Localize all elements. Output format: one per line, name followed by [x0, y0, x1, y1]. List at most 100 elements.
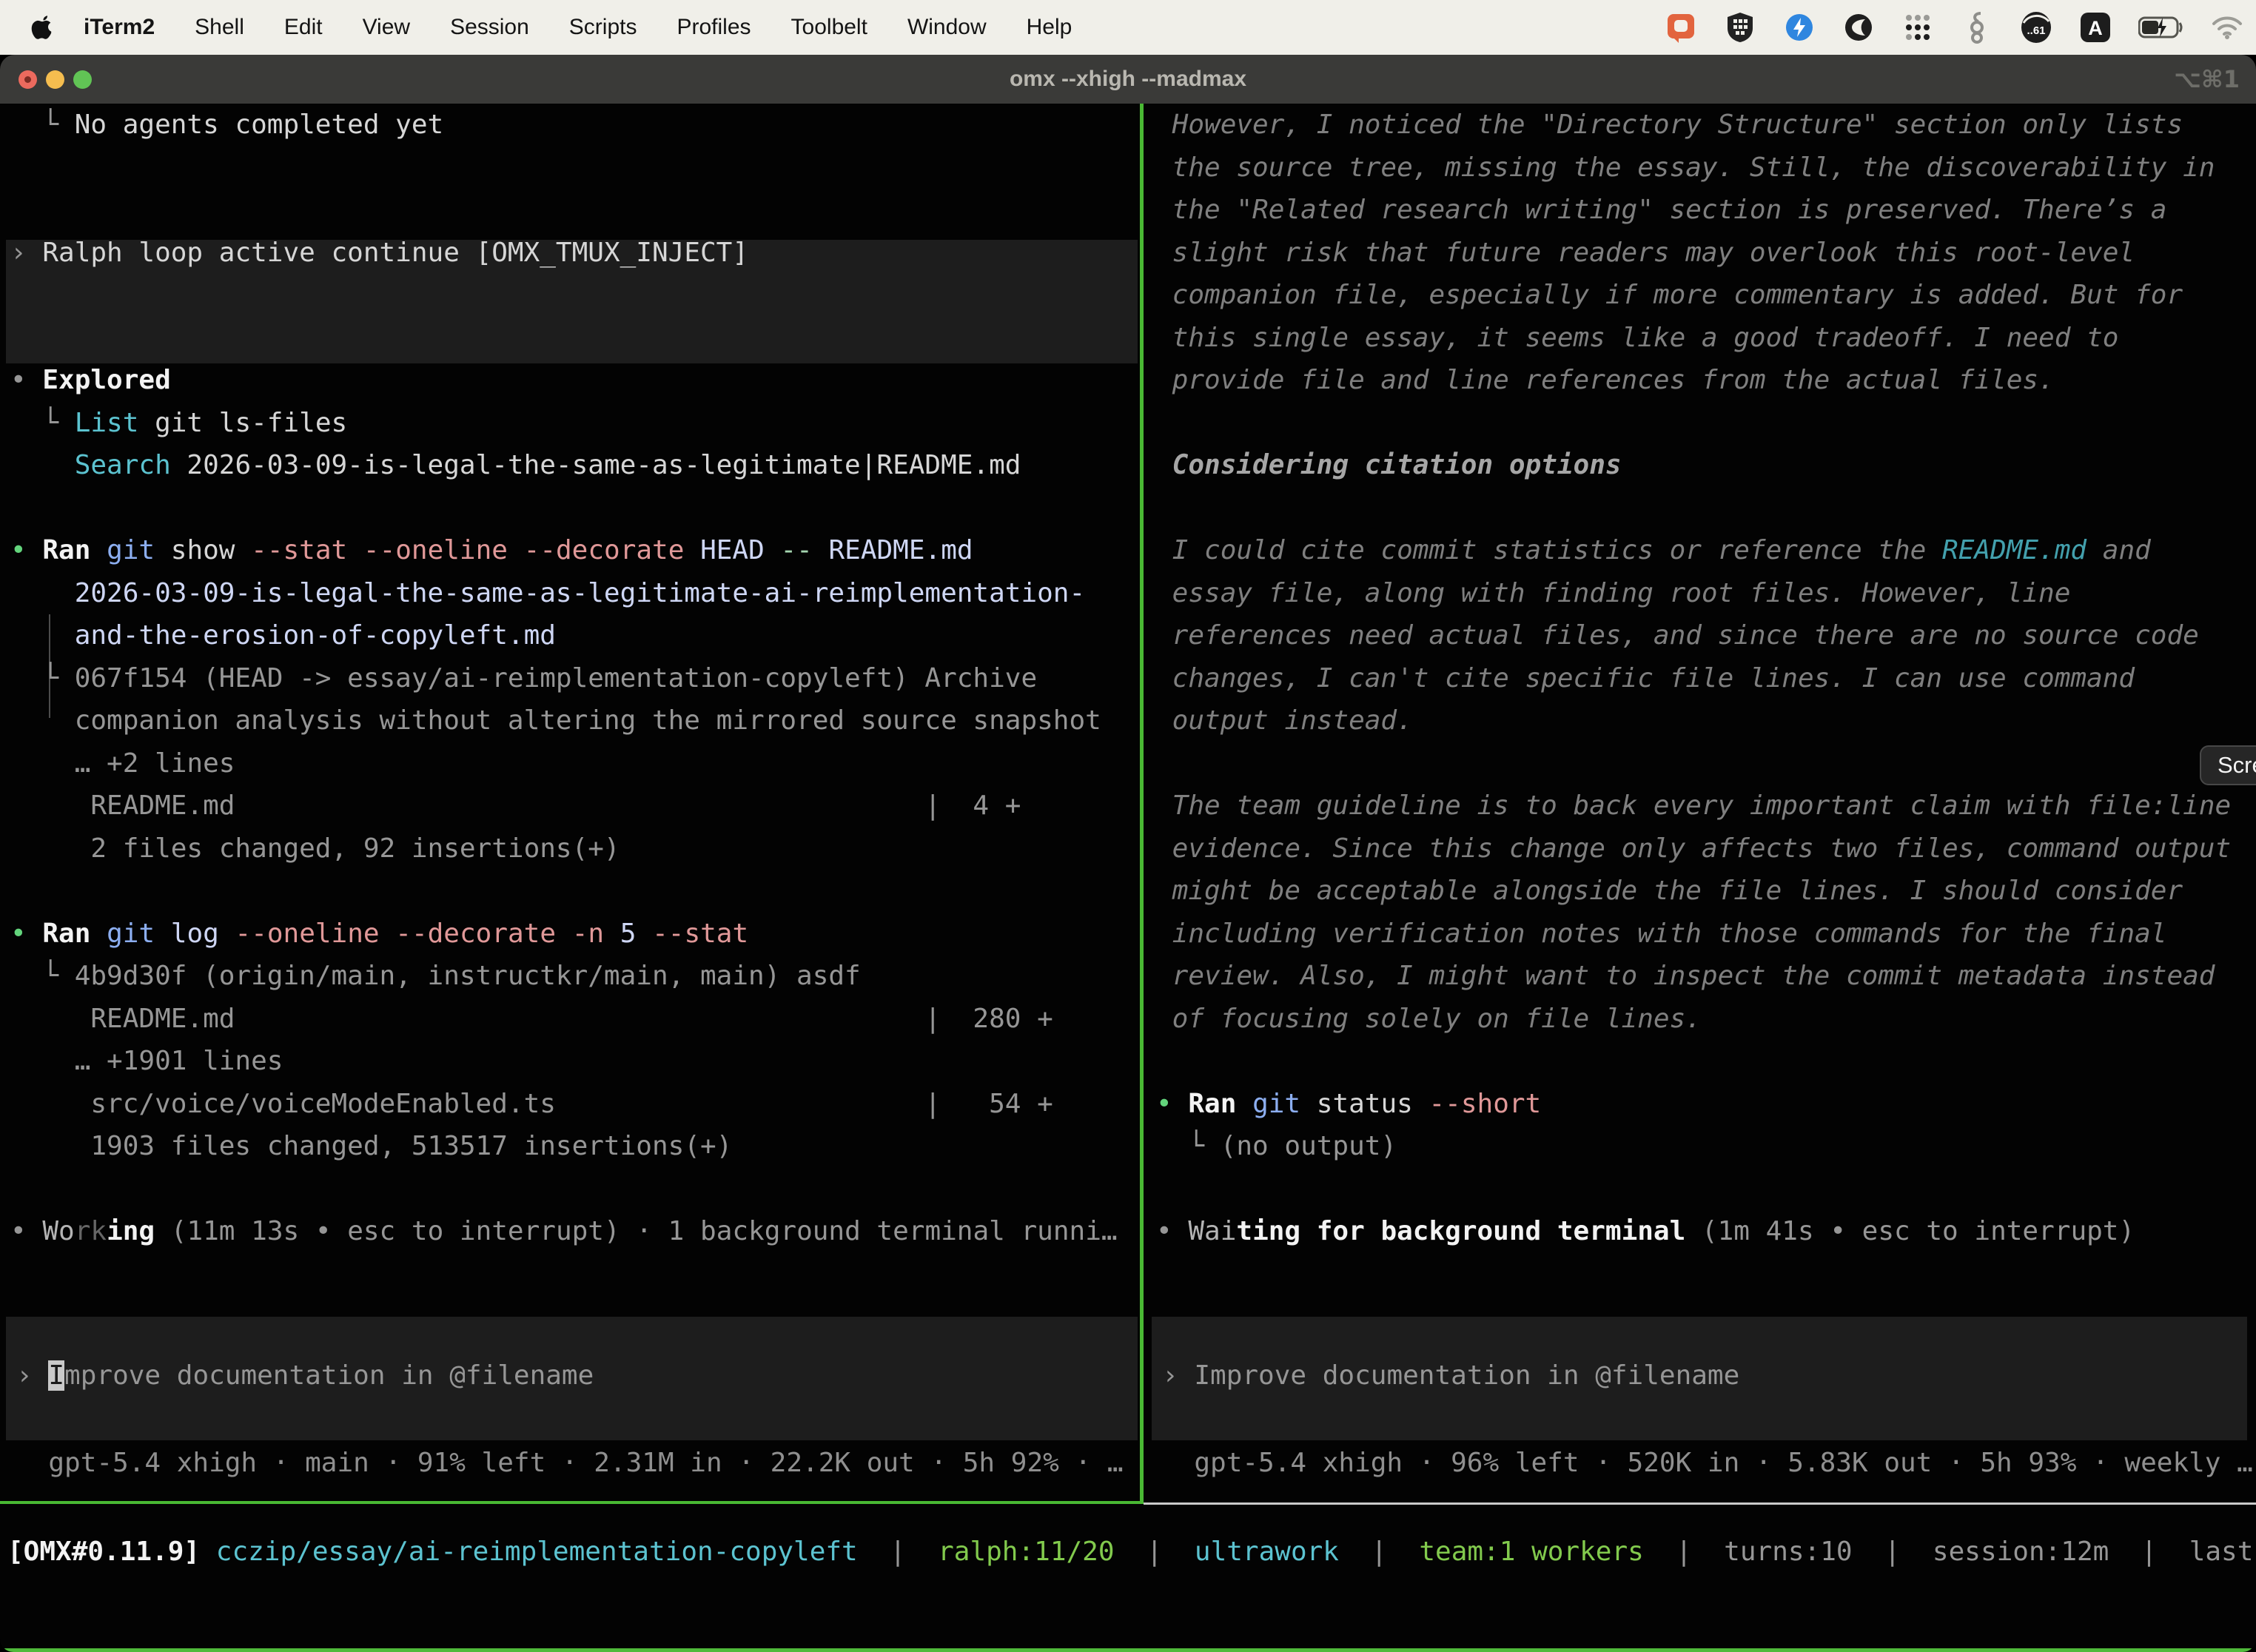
terminal-line	[1156, 402, 2256, 445]
close-button[interactable]	[19, 70, 37, 89]
a-square-label: A	[2088, 17, 2103, 39]
terminal-line: and-the-erosion-of-copyleft.md	[10, 614, 1140, 657]
menu-item-window[interactable]: Window	[887, 15, 1007, 39]
apple-menu-icon[interactable]	[31, 14, 53, 41]
terminal-line: └ List git ls-files	[10, 402, 1140, 445]
omx-status-segment: |	[1339, 1537, 1419, 1567]
omx-status-segment: ultrawork	[1195, 1537, 1339, 1567]
pane-divider-horizontal-active[interactable]	[0, 1501, 1144, 1504]
terminal-line: this single essay, it seems like a good …	[1156, 317, 2256, 360]
terminal-line: Considering citation options	[1156, 444, 2256, 487]
terminal-line	[10, 870, 1140, 913]
terminal-line: README.md | 280 +	[10, 998, 1140, 1041]
dots-grid-icon[interactable]	[1901, 10, 1935, 44]
terminal-line: • Ran git log --oneline --decorate -n 5 …	[10, 913, 1140, 956]
terminal-line: └ 4b9d30f (origin/main, instructkr/main,…	[10, 955, 1140, 998]
terminal-line: I could cite commit statistics or refere…	[1156, 529, 2256, 572]
pane-divider-vertical[interactable]	[1140, 104, 1144, 1504]
text-cursor: I	[48, 1360, 64, 1391]
terminal-area[interactable]: └ No agents completed yet› Ralph loop ac…	[0, 104, 2256, 1652]
battery-icon[interactable]	[2138, 10, 2185, 44]
terminal-line: • Working (11m 13s • esc to interrupt) ·…	[10, 1210, 1140, 1253]
terminal-line	[1156, 1040, 2256, 1083]
menu-item-scripts[interactable]: Scripts	[549, 15, 657, 39]
terminal-line: companion file, especially if more comme…	[1156, 274, 2256, 317]
terminal-line	[10, 487, 1140, 530]
terminal-line: └ 067f154 (HEAD -> essay/ai-reimplementa…	[10, 657, 1140, 700]
pane-divider-horizontal[interactable]	[1144, 1502, 2256, 1505]
terminal-line: of focusing solely on file lines.	[1156, 998, 2256, 1041]
terminal-line: └ (no output)	[1156, 1125, 2256, 1168]
zoom-button[interactable]	[73, 70, 92, 89]
tmux-status-bar[interactable]: [omx-cczip0:bash* "MacBook-Pro-44.local"…	[4, 1648, 2252, 1652]
left-agent-pane[interactable]: └ No agents completed yet› Ralph loop ac…	[0, 104, 1140, 1253]
omx-status-line: [OMX#0.11.9] cczip/essay/ai-reimplementa…	[7, 1531, 2256, 1574]
terminal-line: provide file and line references from th…	[1156, 359, 2256, 402]
squiggle-icon[interactable]	[1960, 10, 1994, 44]
terminal-line: Search 2026-03-09-is-legal-the-same-as-l…	[10, 444, 1140, 487]
omx-status-segment: team:1 workers	[1419, 1537, 1643, 1567]
terminal-line: the source tree, missing the essay. Stil…	[1156, 147, 2256, 189]
badge-61-icon[interactable]: ..61	[2019, 10, 2053, 44]
terminal-line: companion analysis without altering the …	[10, 699, 1140, 742]
terminal-line: • Ran git status --short	[1156, 1083, 2256, 1126]
terminal-line	[1156, 487, 2256, 530]
terminal-line: └ No agents completed yet	[10, 104, 1140, 147]
menu-item-session[interactable]: Session	[430, 15, 549, 39]
menu-item-toolbelt[interactable]: Toolbelt	[771, 15, 887, 39]
menu-tray: ..61 A	[1664, 0, 2256, 55]
terminal-line: 1903 files changed, 513517 insertions(+)	[10, 1125, 1140, 1168]
iterm2-window: omx --xhigh --madmax ⌥⌘1 └ No agents com…	[0, 55, 2256, 1652]
minimize-button[interactable]	[46, 70, 64, 89]
screen-share-chip[interactable]: Scre	[2200, 745, 2256, 785]
terminal-line: • Explored	[10, 359, 1140, 402]
omx-status-segment: |	[1115, 1537, 1195, 1567]
omx-status-segment	[200, 1537, 216, 1567]
terminal-line: might be acceptable alongside the file l…	[1156, 870, 2256, 913]
right-agent-pane[interactable]: However, I noticed the "Directory Struct…	[1146, 104, 2256, 1253]
dark-disc-icon[interactable]	[1842, 10, 1876, 44]
right-model-status: gpt-5.4 xhigh · 96% left · 520K in · 5.8…	[1162, 1442, 2256, 1485]
terminal-line	[1156, 742, 2256, 785]
terminal-line: changes, I can't cite specific file line…	[1156, 657, 2256, 700]
terminal-line: … +1901 lines	[10, 1040, 1140, 1083]
terminal-line: the "Related research writing" section i…	[1156, 189, 2256, 232]
blue-badge-icon[interactable]	[1782, 10, 1816, 44]
left-composer-text: mprove documentation in @filename	[64, 1360, 594, 1391]
menu-item-profiles[interactable]: Profiles	[657, 15, 771, 39]
terminal-line	[10, 1168, 1140, 1211]
window-title-bar[interactable]: omx --xhigh --madmax ⌥⌘1	[0, 55, 2256, 104]
terminal-line: • Waiting for background terminal (1m 41…	[1156, 1210, 2256, 1253]
omx-status-segment: | turns:10 | session:12m | last:5m ago	[1644, 1537, 2256, 1567]
terminal-line: slight risk that future readers may over…	[1156, 232, 2256, 275]
menu-item-edit[interactable]: Edit	[264, 15, 343, 39]
right-composer-text: Improve documentation in @filename	[1194, 1360, 1739, 1391]
window-shortcut-badge: ⌥⌘1	[2174, 55, 2240, 104]
menu-item-view[interactable]: View	[343, 15, 430, 39]
terminal-line: essay file, along with finding root file…	[1156, 572, 2256, 615]
terminal-line: However, I noticed the "Directory Struct…	[1156, 104, 2256, 147]
window-title: omx --xhigh --madmax	[0, 55, 2256, 104]
shield-grid-icon[interactable]	[1723, 10, 1757, 44]
chat-app-icon[interactable]	[1664, 10, 1698, 44]
terminal-line: including verification notes with those …	[1156, 913, 2256, 956]
menu-item-shell[interactable]: Shell	[175, 15, 264, 39]
a-square-icon[interactable]: A	[2078, 10, 2112, 44]
terminal-line: evidence. Since this change only affects…	[1156, 827, 2256, 870]
terminal-line: 2 files changed, 92 insertions(+)	[10, 827, 1140, 870]
terminal-line: output instead.	[1156, 699, 2256, 742]
terminal-line: references need actual files, and since …	[1156, 614, 2256, 657]
terminal-line	[10, 274, 1140, 317]
prompt-chevron: ›	[16, 1360, 48, 1391]
menu-item-help[interactable]: Help	[1007, 15, 1092, 39]
wifi-icon[interactable]	[2210, 10, 2244, 44]
terminal-line	[10, 189, 1140, 232]
terminal-line: README.md | 4 +	[10, 785, 1140, 827]
omx-status-segment: |	[858, 1537, 938, 1567]
right-composer-input[interactable]: › Improve documentation in @filename	[1162, 1354, 2256, 1397]
terminal-line: src/voice/voiceModeEnabled.ts | 54 +	[10, 1083, 1140, 1126]
menu-item-iterm2[interactable]: iTerm2	[64, 15, 175, 39]
omx-status-segment: [OMX#0.11.9]	[7, 1537, 200, 1567]
omx-status-segment: cczip/essay/ai-reimplementation-copyleft	[216, 1537, 858, 1567]
screen-share-label: Scre	[2218, 752, 2256, 779]
